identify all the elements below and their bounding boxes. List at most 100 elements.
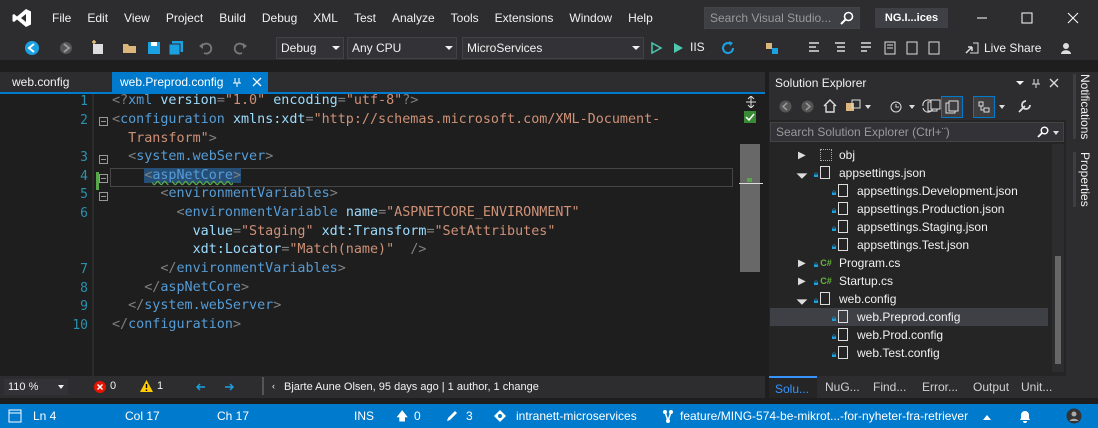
tree-item-appsettings-test[interactable]: appsettings.Test.json [857, 236, 969, 254]
switch-views-icon[interactable] [845, 99, 861, 113]
pending-changes-filter-icon[interactable] [889, 99, 904, 114]
save-icon[interactable] [146, 40, 162, 56]
unpushed-commits-count[interactable]: 0 [414, 404, 421, 428]
tree-item-web-config[interactable]: web.config [839, 290, 896, 308]
tab-nuget[interactable]: NuG... [825, 376, 860, 398]
notifications-tab[interactable]: Notifications [1073, 74, 1092, 140]
home-icon[interactable] [823, 99, 837, 113]
status-column[interactable]: Col 17 [125, 404, 160, 428]
refresh-icon[interactable] [720, 40, 736, 56]
chevron-down-icon[interactable] [1053, 131, 1059, 135]
expand-arrow-icon[interactable]: ▶ [798, 150, 806, 161]
navigate-back-icon[interactable] [24, 40, 40, 56]
close-tab-icon[interactable] [252, 77, 262, 87]
tab-web-preprod-config[interactable]: web.Preprod.config [112, 72, 268, 92]
status-line[interactable]: Ln 4 [33, 404, 56, 428]
repository-name[interactable]: intranett-microservices [516, 404, 637, 428]
fold-toggle[interactable] [99, 192, 108, 201]
chevron-down-icon[interactable] [865, 105, 871, 109]
chevron-up-icon[interactable] [983, 415, 991, 420]
pending-edits-count[interactable]: 3 [466, 404, 473, 428]
start-without-debugging-icon[interactable] [648, 40, 664, 56]
save-all-icon[interactable] [168, 40, 184, 56]
menu-tools[interactable]: Tools [443, 0, 487, 36]
solution-explorer-scrollbar[interactable] [1052, 144, 1064, 372]
previous-issue-arrow-icon[interactable] [196, 382, 206, 392]
properties-tab[interactable]: Properties [1073, 152, 1092, 207]
menu-edit[interactable]: Edit [79, 0, 116, 36]
tab-solution-explorer[interactable]: Solu... [769, 376, 817, 398]
back-icon[interactable] [779, 100, 792, 113]
fold-toggle[interactable] [99, 117, 108, 126]
tree-item-web-preprod-config[interactable]: web.Preprod.config [857, 308, 960, 326]
navigate-forward-icon[interactable] [58, 40, 74, 56]
pin-icon[interactable] [232, 77, 242, 87]
menu-help[interactable]: Help [620, 0, 661, 36]
menu-build[interactable]: Build [211, 0, 254, 36]
user-avatar-icon[interactable] [1066, 408, 1082, 424]
tab-error-list[interactable]: Error... [922, 376, 958, 398]
open-folder-icon[interactable] [122, 40, 138, 56]
step-into-icon[interactable] [806, 40, 822, 56]
forward-icon[interactable] [801, 100, 814, 113]
solution-explorer-search-input[interactable]: Search Solution Explorer (Ctrl+¨) [770, 122, 1064, 142]
next-bookmark-icon[interactable] [926, 40, 942, 56]
new-project-icon[interactable] [90, 40, 106, 56]
maximize-button[interactable] [1006, 0, 1048, 36]
uncomment-icon[interactable] [858, 40, 874, 56]
redo-icon[interactable] [232, 40, 248, 56]
notification-bell-icon[interactable] [1018, 409, 1032, 423]
comment-icon[interactable] [832, 40, 848, 56]
tree-item-web-prod-config[interactable]: web.Prod.config [857, 326, 943, 344]
tree-item-startup-cs[interactable]: Startup.cs [839, 272, 893, 290]
feedback-icon[interactable] [1060, 40, 1076, 56]
warning-icon[interactable] [140, 380, 153, 392]
scrollbar-thumb[interactable] [1055, 256, 1061, 364]
tab-web-config[interactable]: web.config [4, 72, 112, 92]
scrollbar-thumb[interactable] [740, 144, 760, 272]
next-issue-arrow-icon[interactable] [224, 382, 234, 392]
undo-icon[interactable] [198, 40, 214, 56]
previous-bookmark-icon[interactable] [904, 40, 920, 56]
fold-toggle[interactable] [99, 155, 108, 164]
menu-file[interactable]: File [44, 0, 79, 36]
solution-name-badge[interactable]: NG.I...ices [875, 8, 948, 28]
tree-item-appsettings-staging[interactable]: appsettings.Staging.json [857, 218, 988, 236]
editor-vertical-scrollbar[interactable] [739, 94, 763, 376]
solution-configuration-dropdown[interactable]: Debug [276, 37, 344, 59]
panel-menu-chevron-icon[interactable] [1016, 81, 1024, 85]
git-blame-info[interactable]: Bjarte Aune Olsen, 95 days ago | 1 autho… [284, 381, 539, 393]
bookmark-icon[interactable] [882, 40, 898, 56]
search-visual-studio-input[interactable]: Search Visual Studio... [704, 7, 860, 29]
error-icon[interactable] [94, 381, 106, 393]
solution-platform-dropdown[interactable]: Any CPU [347, 37, 457, 59]
collapse-all-icon[interactable] [927, 99, 941, 113]
tree-item-appsettings-production[interactable]: appsettings.Production.json [857, 200, 1004, 218]
tab-find[interactable]: Find... [873, 376, 906, 398]
close-panel-icon[interactable] [1049, 78, 1059, 88]
show-all-files-toggle[interactable] [941, 96, 963, 118]
menu-xml[interactable]: XML [305, 0, 346, 36]
pin-icon[interactable] [1031, 78, 1041, 88]
tree-item-appsettings-development[interactable]: appsettings.Development.json [857, 182, 1018, 200]
zoom-dropdown[interactable]: 110 % [4, 379, 68, 395]
close-button[interactable] [1052, 0, 1094, 36]
run-target-label[interactable]: IIS [690, 40, 705, 54]
menu-view[interactable]: View [116, 0, 158, 36]
expand-arrow-icon[interactable]: ▶ [798, 276, 806, 287]
tree-item-web-test-config[interactable]: web.Test.config [857, 344, 940, 362]
tree-item-appsettings[interactable]: appsettings.json [839, 164, 926, 182]
menu-analyze[interactable]: Analyze [384, 0, 443, 36]
expand-arrow-icon[interactable]: ▶ [798, 258, 806, 269]
preview-selected-items-toggle[interactable] [973, 96, 995, 118]
status-char[interactable]: Ch 17 [217, 404, 249, 428]
menu-debug[interactable]: Debug [254, 0, 305, 36]
menu-extensions[interactable]: Extensions [487, 0, 562, 36]
properties-wrench-icon[interactable] [1017, 99, 1032, 114]
fold-toggle[interactable] [99, 174, 108, 183]
split-editor-icon[interactable] [744, 96, 758, 108]
live-share-button[interactable]: Live Share [984, 41, 1041, 55]
menu-test[interactable]: Test [346, 0, 384, 36]
menu-window[interactable]: Window [561, 0, 620, 36]
tree-item-obj[interactable]: obj [839, 146, 855, 164]
